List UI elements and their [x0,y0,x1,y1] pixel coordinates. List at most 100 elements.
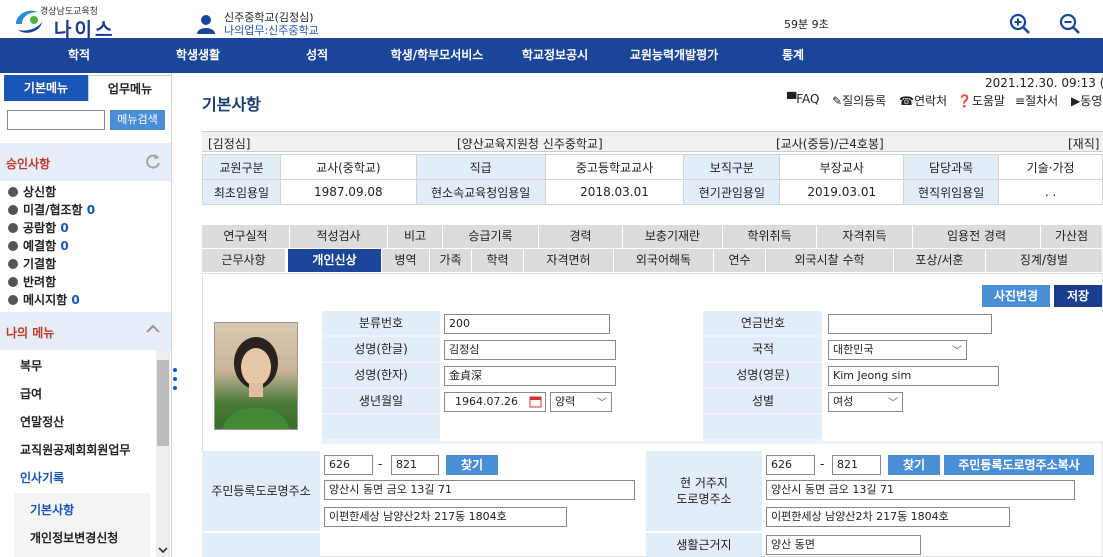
name-english-input[interactable]: Kim Jeong sim [828,366,999,386]
tab-qualification[interactable]: 자격면허 [524,249,614,272]
tab-training[interactable]: 연수 [714,249,766,272]
birth-date-input[interactable]: 1964.07.26 [444,392,546,412]
reg-zip2-input[interactable]: 821 [391,455,439,475]
tab-supplement[interactable]: 보충기재란 [623,225,723,248]
my-menu-item[interactable]: 복무 [20,357,42,374]
tab-education[interactable]: 학력 [472,249,524,272]
list-icon: ≡ [1015,94,1026,108]
tab-family[interactable]: 가족 [430,249,472,272]
video-link[interactable]: ▶동영 [1071,92,1102,109]
tab-language[interactable]: 외국어해독 [614,249,714,272]
table-cell: 직급 [415,154,546,180]
nationality-select[interactable]: 대한민국 ﹀ [828,340,967,360]
approval-item[interactable]: 기결함 [8,255,56,272]
tab-prior-career[interactable]: 임용전 경력 [913,225,1041,248]
nav-item[interactable]: 학생생활 [155,38,241,73]
my-menu-header: 나의 메뉴 [0,312,171,350]
nav-item[interactable]: 학적 [36,38,122,73]
sex-select[interactable]: 여성 ﹀ [828,392,903,412]
tab-discipline[interactable]: 징계/형벌 [986,249,1103,272]
nav-item[interactable]: 통계 [760,38,826,73]
contact-link[interactable]: ☎연락처 [899,92,947,109]
cur-address-line2[interactable]: 이편한세상 남양산2차 217동 1804호 [766,507,1010,527]
field-label: 성명(한자) [322,363,440,387]
save-button[interactable]: 저장 [1054,285,1102,307]
zip-dash: - [820,457,825,471]
tab-aptitude[interactable]: 적성검사 [290,225,388,248]
refresh-icon[interactable] [144,152,162,170]
calendar-type-select[interactable]: 양력 ﹀ [550,392,612,412]
field-label: 국적 [704,337,822,361]
approval-item[interactable]: 메시지함 0 [8,291,80,308]
field-label: 생활근거지 [646,533,762,557]
tab-remarks[interactable]: 비고 [388,225,443,248]
inquiry-link[interactable]: ✎질의등록 [832,92,886,109]
scrollbar-track[interactable] [156,350,170,557]
approval-item[interactable]: 상신함 [8,183,56,200]
tab-overseas-study[interactable]: 외국시찰 수학 [766,249,894,272]
my-menu-item[interactable]: 급여 [20,385,42,402]
photo-change-button[interactable]: 사진변경 [982,285,1050,307]
chevron-up-icon[interactable] [146,324,160,334]
find-address-button[interactable]: 찾기 [446,455,498,475]
approval-item[interactable]: 반려함 [8,273,56,290]
tab-military[interactable]: 병역 [382,249,430,272]
chevron-down-icon[interactable] [158,546,168,554]
name-korean-input[interactable]: 김정심 [444,340,616,360]
tab-research[interactable]: 연구실적 [202,225,290,248]
table-cell: 교사(중학교) [279,154,417,180]
living-area-input[interactable]: 양산 동면 [766,535,921,555]
approval-item[interactable]: 공람함 0 [8,219,69,236]
reg-address-line2[interactable]: 이편한세상 남양산2차 217동 1804호 [324,507,567,527]
nav-item[interactable]: 교원능력개발평가 [614,38,734,73]
tab-promotion[interactable]: 승급기록 [443,225,539,248]
cur-zip1-input[interactable]: 626 [766,455,815,475]
tab-basic-menu[interactable]: 기본메뉴 [4,75,88,101]
cur-zip2-input[interactable]: 821 [832,455,881,475]
tab-career[interactable]: 경력 [539,225,623,248]
reg-address-line1[interactable]: 양산시 동면 금오 13길 71 [324,480,635,500]
table-cell: 2019.03.01 [779,179,905,205]
procedure-link[interactable]: ≡절차서 [1015,92,1058,109]
table-cell: 1987.09.08 [279,179,417,205]
chat-icon: ▀ [787,92,797,106]
name-hanja-input[interactable]: 金貞深 [444,366,616,386]
find-address-button[interactable]: 찾기 [888,455,940,475]
my-menu-item[interactable]: 인사기록 [20,469,64,486]
menu-search-button[interactable]: 메뉴검색 [110,110,165,130]
tab-personal-active[interactable]: 개인신상 [288,249,382,272]
zoom-out-icon[interactable] [1059,13,1081,35]
zoom-in-icon[interactable] [1009,13,1031,35]
session-timer: 59분 9초 [784,18,829,31]
logo[interactable]: 경상남도교육청 나이스 [12,4,142,41]
cur-address-line1[interactable]: 양산시 동면 금오 13길 71 [766,480,1075,500]
tab-bonus-points[interactable]: 가산점 [1041,225,1103,248]
bullet-icon [8,223,18,233]
approval-item[interactable]: 예결함 0 [8,237,69,254]
copy-address-button[interactable]: 주민등록도로명주소복사 [944,455,1094,475]
my-menu-item[interactable]: 연말정산 [20,413,64,430]
my-menu-subitem-active[interactable]: 기본사항 [30,501,74,518]
tab-degree[interactable]: 학위취득 [723,225,817,248]
my-menu-subitem[interactable]: 개인정보변경신청 [30,529,118,546]
menu-search-input[interactable] [7,110,105,130]
user-work[interactable]: 나의업무:신주중학교 [224,22,319,38]
faq-link[interactable]: ▀FAQ [787,92,819,106]
reg-zip1-input[interactable]: 626 [324,455,373,475]
my-menu-item[interactable]: 교직원공제회회원업무 [20,441,130,458]
help-link[interactable]: ❓도움말 [957,92,1005,109]
nav-item[interactable]: 성적 [274,38,360,73]
nav-item[interactable]: 학생/학부모서비스 [374,38,500,73]
field-label: 현 거주지 도로명주소 [646,451,762,531]
nav-item[interactable]: 학교정보공시 [505,38,605,73]
tab-work[interactable]: 근무사항 [202,249,286,272]
calendar-icon[interactable] [529,395,542,408]
pension-number-input[interactable] [828,314,992,334]
tab-work-menu[interactable]: 업무메뉴 [88,75,172,101]
tab-awards[interactable]: 포상/서훈 [894,249,986,272]
class-number-input[interactable]: 200 [444,314,610,334]
approval-item[interactable]: 미결/협조함 0 [8,201,95,218]
tab-license[interactable]: 자격취득 [817,225,913,248]
page-title: 기본사항 [202,95,261,114]
scrollbar-thumb[interactable] [157,360,169,446]
